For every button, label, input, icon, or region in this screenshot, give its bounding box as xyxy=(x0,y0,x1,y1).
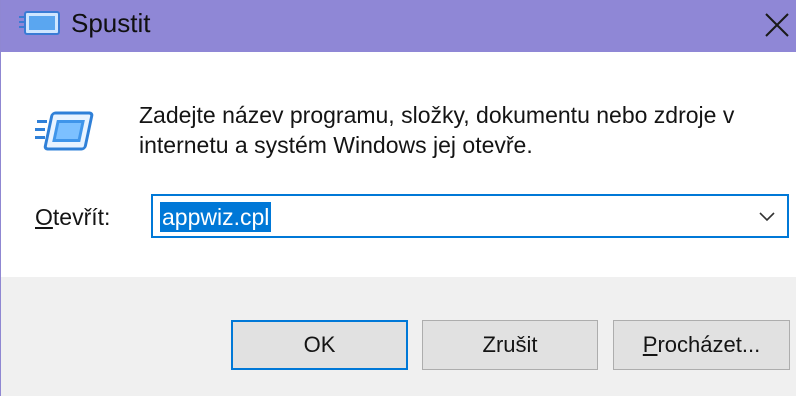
button-bar: OK Zrušit Procházet... xyxy=(1,277,796,396)
dropdown-button[interactable] xyxy=(753,204,781,230)
open-label-accelerator: O xyxy=(35,204,53,230)
browse-accelerator: P xyxy=(642,332,658,357)
open-label-text: tevřít: xyxy=(52,204,111,230)
window-title: Spustit xyxy=(71,8,151,38)
instruction-text: Zadejte název programu, složky, dokument… xyxy=(139,102,735,158)
cancel-button[interactable]: Zrušit xyxy=(422,320,598,370)
chevron-down-icon xyxy=(759,212,775,222)
browse-label: rocházet... xyxy=(657,332,761,357)
close-button[interactable] xyxy=(756,2,796,48)
ok-button[interactable]: OK xyxy=(231,320,408,370)
close-icon xyxy=(764,13,789,37)
browse-button[interactable]: Procházet... xyxy=(613,320,790,370)
open-input-value[interactable]: appwiz.cpl xyxy=(160,202,272,232)
run-dialog-icon xyxy=(19,10,63,38)
run-dialog-icon xyxy=(35,110,97,154)
dialog-content: Zadejte název programu, složky, dokument… xyxy=(1,52,796,277)
open-label: Otevřít: xyxy=(35,204,110,231)
run-dialog: Spustit Zadejte název programu, složky, … xyxy=(0,0,796,396)
title-bar[interactable]: Spustit xyxy=(1,0,796,52)
open-combobox[interactable]: appwiz.cpl xyxy=(151,194,789,238)
